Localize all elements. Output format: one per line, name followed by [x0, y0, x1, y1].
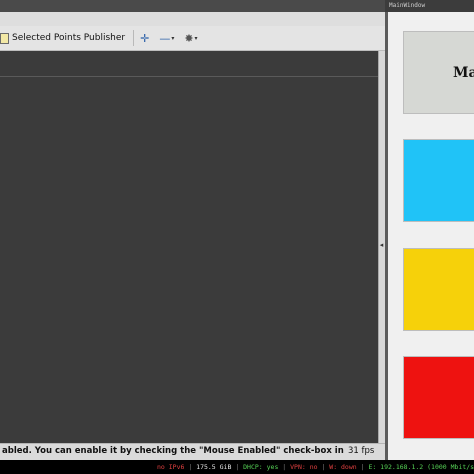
toolbar-separator — [133, 30, 135, 46]
status-bar: abled. You can enable it by checking the… — [0, 443, 385, 460]
selected-points-publisher-tool[interactable]: Selected Points Publisher — [0, 28, 125, 48]
window-frame — [385, 12, 388, 460]
dhcp-status: DHCP: yes — [243, 463, 279, 471]
red-button[interactable] — [403, 356, 474, 439]
ethernet-status: E: 192.168.1.2 (1000 Mbit/s) — [368, 463, 474, 471]
main-label-text: Ma — [453, 64, 474, 81]
disk-status: 175.5 GiB — [196, 463, 232, 471]
selected-points-label: Selected Points Publisher — [12, 33, 126, 43]
crosshair-icon: ✛ — [140, 31, 150, 45]
rviz-menu-strip — [0, 12, 385, 27]
main-label-button[interactable]: Ma — [403, 31, 474, 114]
minus-icon: — — [159, 31, 171, 45]
add-tool-button[interactable]: ✛ — [140, 29, 149, 47]
main-window-title: MainWindow — [385, 0, 474, 12]
remove-tool-button[interactable]: — ▾ — [159, 29, 174, 47]
fps-counter: 31 fps — [345, 444, 385, 460]
vpn-status: VPN: no — [290, 463, 318, 471]
3d-viewport[interactable] — [0, 51, 378, 443]
rviz-toolbar: Selected Points Publisher ✛ — ▾ ✸ ▾ — [0, 26, 385, 51]
gear-icon: ✸ — [184, 31, 194, 45]
ipv6-status: no IPv6 — [157, 463, 185, 471]
viewport-divider — [0, 76, 378, 77]
chevron-down-icon: ▾ — [194, 34, 198, 42]
main-window: MainWindow Ma — [385, 0, 474, 460]
system-status-bar: no IPv6 | 175.5 GiB | DHCP: yes | VPN: n… — [0, 460, 474, 474]
status-message: abled. You can enable it by checking the… — [2, 446, 385, 456]
collapse-arrow-icon[interactable]: ◂ — [378, 240, 385, 250]
wireless-status: W: down — [329, 463, 357, 471]
rviz-window: Selected Points Publisher ✛ — ▾ ✸ ▾ ◂ ab… — [0, 0, 385, 460]
blue-button[interactable] — [403, 139, 474, 222]
tool-properties-button[interactable]: ✸ ▾ — [184, 29, 197, 47]
selected-points-icon — [0, 32, 9, 44]
chevron-down-icon: ▾ — [171, 34, 175, 42]
rviz-titlebar — [0, 0, 385, 12]
yellow-button[interactable] — [403, 248, 474, 331]
